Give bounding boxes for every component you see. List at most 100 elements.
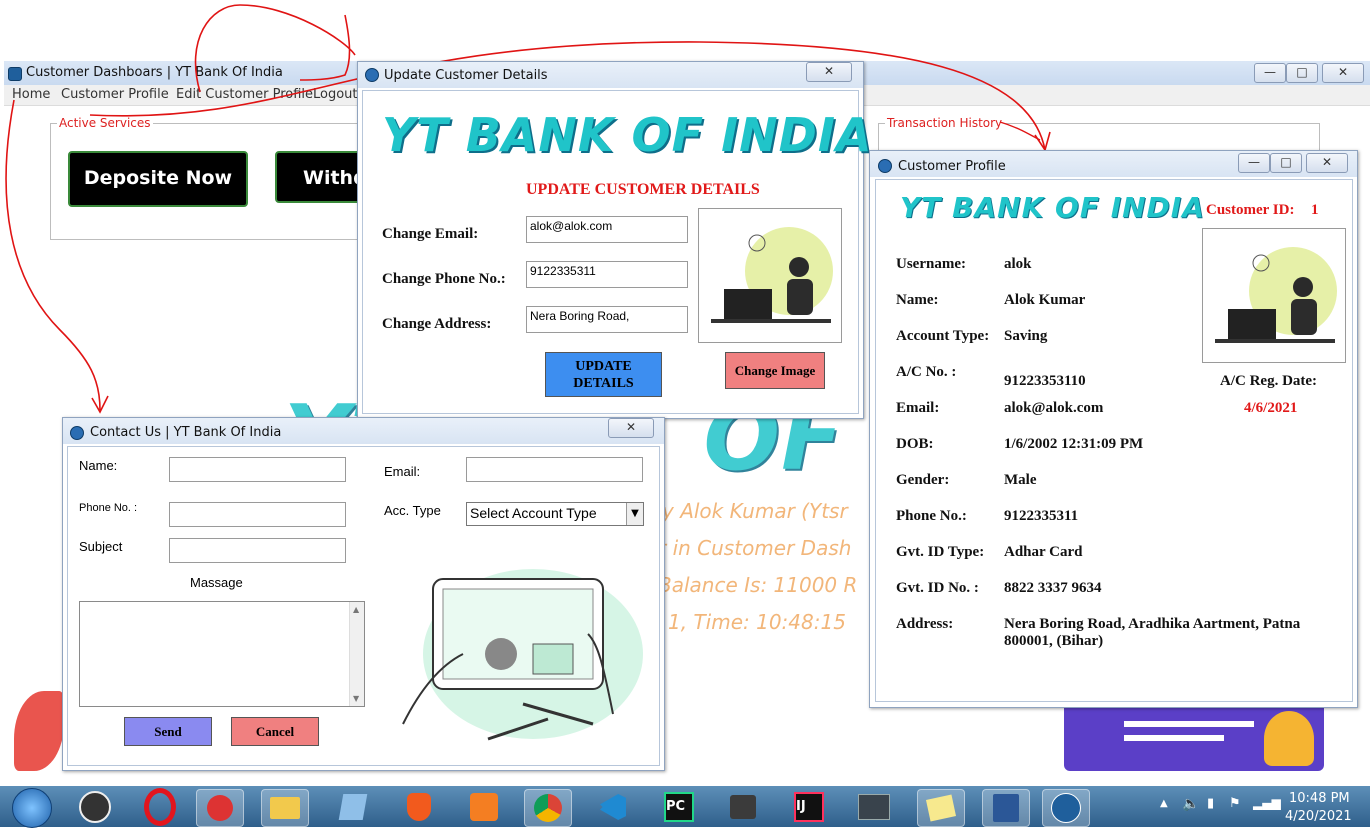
ac-no-label: A/C No. : [896, 364, 957, 380]
profile-dialog-titlebar: Customer Profile — □ ✕ [870, 151, 1357, 177]
change-email-label: Change Email: [382, 226, 479, 242]
reg-date-value: 4/6/2021 [1244, 400, 1298, 416]
intellij-icon[interactable]: IJ [786, 789, 832, 825]
gvt-id-type-value: Adhar Card [1004, 544, 1083, 560]
chevron-down-icon[interactable]: ▼ [626, 503, 643, 525]
update-dialog-title: Update Customer Details [384, 68, 548, 83]
update-details-button[interactable]: UPDATE DETAILS [545, 352, 662, 397]
gender-value: Male [1004, 472, 1037, 488]
volume-icon[interactable]: 🔈 [1182, 796, 1199, 812]
profile-close-button[interactable]: ✕ [1306, 153, 1348, 173]
gvt-id-type-label: Gvt. ID Type: [896, 544, 985, 560]
change-email-input[interactable]: alok@alok.com [526, 216, 688, 243]
opera-icon[interactable] [137, 788, 183, 826]
app-icon [365, 68, 379, 82]
snipping-tool-icon[interactable] [196, 789, 244, 827]
contact-us-dialog: Contact Us | YT Bank Of India ✕ Name: Ph… [62, 417, 665, 771]
message-scrollbar[interactable]: ▲ ▼ [349, 602, 364, 706]
contact-dialog-title: Contact Us | YT Bank Of India [90, 425, 282, 440]
contact-email-input[interactable] [466, 457, 643, 482]
address-value: Nera Boring Road, Aradhika Aartment, Pat… [1004, 616, 1301, 649]
file-explorer-icon[interactable] [261, 789, 309, 827]
message-label: Massage [190, 575, 243, 590]
contact-subject-label: Subject [79, 539, 123, 554]
scroll-down-icon[interactable]: ▼ [353, 694, 359, 703]
profile-minimize-button[interactable]: — [1238, 153, 1270, 173]
xampp-icon[interactable] [461, 789, 507, 825]
app-icon [70, 426, 84, 440]
contact-illustration [383, 554, 655, 754]
change-phone-label: Change Phone No.: [382, 271, 506, 287]
profile-photo [1202, 228, 1346, 363]
ac-no-value: 91223353110 [1004, 373, 1086, 389]
gvt-id-no-label: Gvt. ID No. : [896, 580, 979, 596]
scroll-up-icon[interactable]: ▲ [353, 605, 359, 614]
change-address-label: Change Address: [382, 316, 492, 332]
email-value: alok@alok.com [1004, 400, 1104, 416]
pycharm-icon[interactable]: PC [656, 789, 702, 825]
turbo-c-icon[interactable] [720, 789, 766, 825]
change-address-input[interactable]: Nera Boring Road, [526, 306, 688, 333]
change-image-button[interactable]: Change Image [725, 352, 825, 389]
start-button[interactable] [12, 788, 52, 828]
contact-dialog-close-button[interactable]: ✕ [608, 418, 654, 438]
account-type-label: Account Type: [896, 328, 990, 344]
customer-id-value: 1 [1311, 202, 1319, 218]
notepad-icon[interactable] [330, 789, 376, 825]
word-icon[interactable] [982, 789, 1030, 827]
name-label: Name: [896, 292, 939, 308]
address-label: Address: [896, 616, 954, 632]
acc-type-label: Acc. Type [384, 503, 441, 518]
contact-subject-input[interactable] [169, 538, 346, 563]
update-dialog-logo: YT BANK OF INDIA [382, 108, 873, 162]
customer-profile-dialog: Customer Profile — □ ✕ YT BANK OF INDIA … [869, 150, 1358, 708]
reg-date-label: A/C Reg. Date: [1220, 373, 1318, 389]
brave-icon[interactable] [396, 789, 442, 825]
send-button[interactable]: Send [124, 717, 212, 746]
contact-phone-input[interactable] [169, 502, 346, 527]
phone-value: 9122335311 [1004, 508, 1079, 524]
message-textarea[interactable]: ▲ ▼ [79, 601, 365, 707]
update-dialog-close-button[interactable]: ✕ [806, 62, 852, 82]
acc-type-select[interactable]: Select Account Type ▼ [466, 502, 644, 526]
vscode-icon[interactable] [590, 789, 636, 825]
flag-icon[interactable]: ⚑ [1229, 796, 1241, 811]
update-dialog-titlebar: Update Customer Details ✕ [358, 62, 863, 88]
windows-taskbar: PC IJ ▲ 🔈 ▮ ⚑ ▂▄▆ 10:48 PM 4/20/2021 [0, 786, 1370, 828]
gender-label: Gender: [896, 472, 950, 488]
contact-name-label: Name: [79, 458, 118, 473]
customer-photo [698, 208, 842, 343]
dob-value: 1/6/2002 12:31:09 PM [1004, 436, 1144, 452]
profile-logo: YT BANK OF INDIA [900, 191, 1205, 224]
username-value: alok [1004, 256, 1032, 272]
tray-expand-icon[interactable]: ▲ [1160, 798, 1168, 809]
app-icon [878, 159, 892, 173]
name-value: Alok Kumar [1004, 292, 1086, 308]
username-label: Username: [896, 256, 966, 272]
bank-app-icon[interactable] [1042, 789, 1090, 827]
obs-icon[interactable] [72, 789, 118, 825]
dob-label: DOB: [896, 436, 934, 452]
battery-icon[interactable]: ▮ [1207, 796, 1214, 811]
customer-id-label: Customer ID: [1206, 202, 1295, 218]
phone-label: Phone No.: [896, 508, 967, 524]
acc-type-selected: Select Account Type [470, 505, 597, 521]
contact-email-label: Email: [384, 464, 421, 479]
contact-name-input[interactable] [169, 457, 346, 482]
profile-dialog-title: Customer Profile [898, 159, 1006, 174]
update-details-dialog: Update Customer Details ✕ YT BANK OF IND… [357, 61, 872, 419]
gvt-id-no-value: 8822 3337 9634 [1004, 580, 1102, 596]
sql-plus-icon[interactable] [851, 789, 897, 825]
profile-maximize-button[interactable]: □ [1270, 153, 1302, 173]
chrome-icon[interactable] [524, 789, 572, 827]
clock-time[interactable]: 10:48 PM [1289, 791, 1350, 806]
contact-phone-label: Phone No. : [79, 502, 138, 514]
change-phone-input[interactable]: 9122335311 [526, 261, 688, 288]
cancel-button[interactable]: Cancel [231, 717, 319, 746]
account-type-value: Saving [1004, 328, 1048, 344]
clock-date[interactable]: 4/20/2021 [1285, 809, 1352, 824]
update-dialog-heading: UPDATE CUSTOMER DETAILS [526, 181, 760, 198]
network-icon[interactable]: ▂▄▆ [1253, 796, 1281, 810]
email-label: Email: [896, 400, 940, 416]
sticky-notes-icon[interactable] [917, 789, 965, 827]
